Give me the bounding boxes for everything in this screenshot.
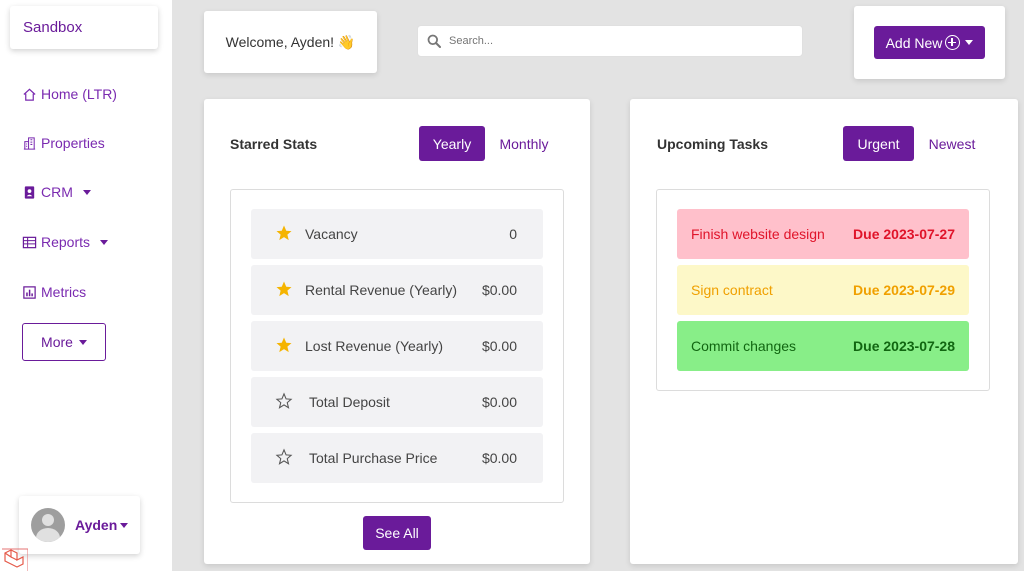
stat-label: Rental Revenue (Yearly): [305, 282, 458, 298]
task-name: Sign contract: [691, 282, 773, 298]
starred-stats-card: Starred Stats Yearly Monthly Vacancy 0 R…: [204, 99, 590, 564]
bar-chart-icon: [23, 285, 36, 299]
sidebar-item-metrics[interactable]: Metrics: [22, 281, 86, 303]
chevron-down-icon: [82, 189, 91, 195]
chevron-down-icon: [100, 239, 109, 245]
avatar: [31, 508, 65, 542]
list-item[interactable]: Vacancy 0: [251, 209, 543, 259]
sidebar-item-label: CRM: [41, 184, 73, 200]
stat-value: $0.00: [481, 282, 517, 298]
building-icon: [23, 136, 36, 150]
task-item[interactable]: Sign contract Due 2023-07-29: [677, 265, 969, 315]
task-name: Finish website design: [691, 226, 825, 242]
tasks-list: Finish website design Due 2023-07-27 Sig…: [656, 189, 990, 391]
list-item[interactable]: Rental Revenue (Yearly) $0.00: [251, 265, 543, 315]
chevron-down-icon: [965, 40, 974, 45]
stat-label: Total Purchase Price: [309, 450, 438, 466]
search-input[interactable]: [449, 35, 789, 47]
welcome-card: Welcome, Ayden! 👋: [204, 11, 377, 73]
tab-monthly[interactable]: Monthly: [490, 126, 558, 161]
sidebar-item-crm[interactable]: CRM: [22, 181, 91, 203]
sidebar-item-label: Reports: [41, 234, 91, 250]
home-icon: [23, 88, 36, 101]
stat-value: $0.00: [481, 394, 517, 410]
card-title: Upcoming Tasks: [657, 136, 768, 152]
task-item[interactable]: Commit changes Due 2023-07-28: [677, 321, 969, 371]
star-filled-icon[interactable]: [275, 336, 293, 354]
tab-newest[interactable]: Newest: [919, 126, 985, 161]
user-menu[interactable]: Ayden: [19, 496, 140, 554]
task-due-date: Due 2023-07-28: [853, 338, 955, 354]
chevron-down-icon: [78, 339, 87, 345]
tab-yearly[interactable]: Yearly: [419, 126, 485, 161]
search-icon: [427, 34, 441, 48]
sidebar-item-label: Metrics: [41, 284, 87, 300]
welcome-text: Welcome, Ayden! 👋: [225, 33, 356, 50]
contact-icon: [24, 185, 35, 199]
sidebar-item-properties[interactable]: Properties: [22, 132, 105, 154]
star-filled-icon[interactable]: [275, 280, 293, 298]
more-button-label: More: [41, 334, 73, 350]
stat-label: Lost Revenue (Yearly): [305, 338, 444, 354]
star-outline-icon[interactable]: [275, 448, 293, 466]
stat-value: 0: [509, 226, 517, 242]
upcoming-tasks-card: Upcoming Tasks Urgent Newest Finish webs…: [630, 99, 1018, 564]
stat-value: $0.00: [481, 338, 517, 354]
list-item[interactable]: Total Deposit $0.00: [251, 377, 543, 427]
plus-circle-icon: [945, 35, 961, 50]
more-button[interactable]: More: [22, 323, 106, 361]
sidebar-item-label: Properties: [41, 135, 105, 151]
task-name: Commit changes: [691, 338, 797, 354]
tab-urgent[interactable]: Urgent: [843, 126, 914, 161]
star-filled-icon[interactable]: [275, 224, 293, 242]
list-item[interactable]: Total Purchase Price $0.00: [251, 433, 543, 483]
task-due-date: Due 2023-07-29: [853, 282, 955, 298]
chevron-down-icon: [120, 522, 129, 528]
stat-label: Total Deposit: [309, 394, 390, 410]
star-outline-icon[interactable]: [275, 392, 293, 410]
search-bar[interactable]: [417, 25, 803, 57]
add-new-card: Add New: [854, 6, 1005, 79]
see-all-button[interactable]: See All: [363, 516, 431, 550]
sidebar-item-label: Home (LTR): [41, 86, 117, 102]
sidebar: Sandbox Home (LTR) Properties CRM Report…: [0, 0, 172, 571]
stats-list: Vacancy 0 Rental Revenue (Yearly) $0.00 …: [230, 189, 564, 503]
laravel-logo-icon: [2, 548, 28, 571]
card-title: Starred Stats: [230, 136, 318, 152]
list-item[interactable]: Lost Revenue (Yearly) $0.00: [251, 321, 543, 371]
task-item[interactable]: Finish website design Due 2023-07-27: [677, 209, 969, 259]
task-due-date: Due 2023-07-27: [853, 226, 955, 242]
user-name: Ayden: [75, 517, 118, 533]
add-new-button[interactable]: Add New: [874, 26, 985, 59]
add-new-label: Add New: [885, 34, 943, 51]
sidebar-item-home[interactable]: Home (LTR): [22, 83, 117, 105]
brand-logo[interactable]: Sandbox: [10, 6, 158, 49]
sidebar-item-reports[interactable]: Reports: [22, 231, 109, 253]
stat-label: Vacancy: [305, 226, 358, 242]
table-icon: [22, 236, 37, 248]
stat-value: $0.00: [481, 450, 517, 466]
